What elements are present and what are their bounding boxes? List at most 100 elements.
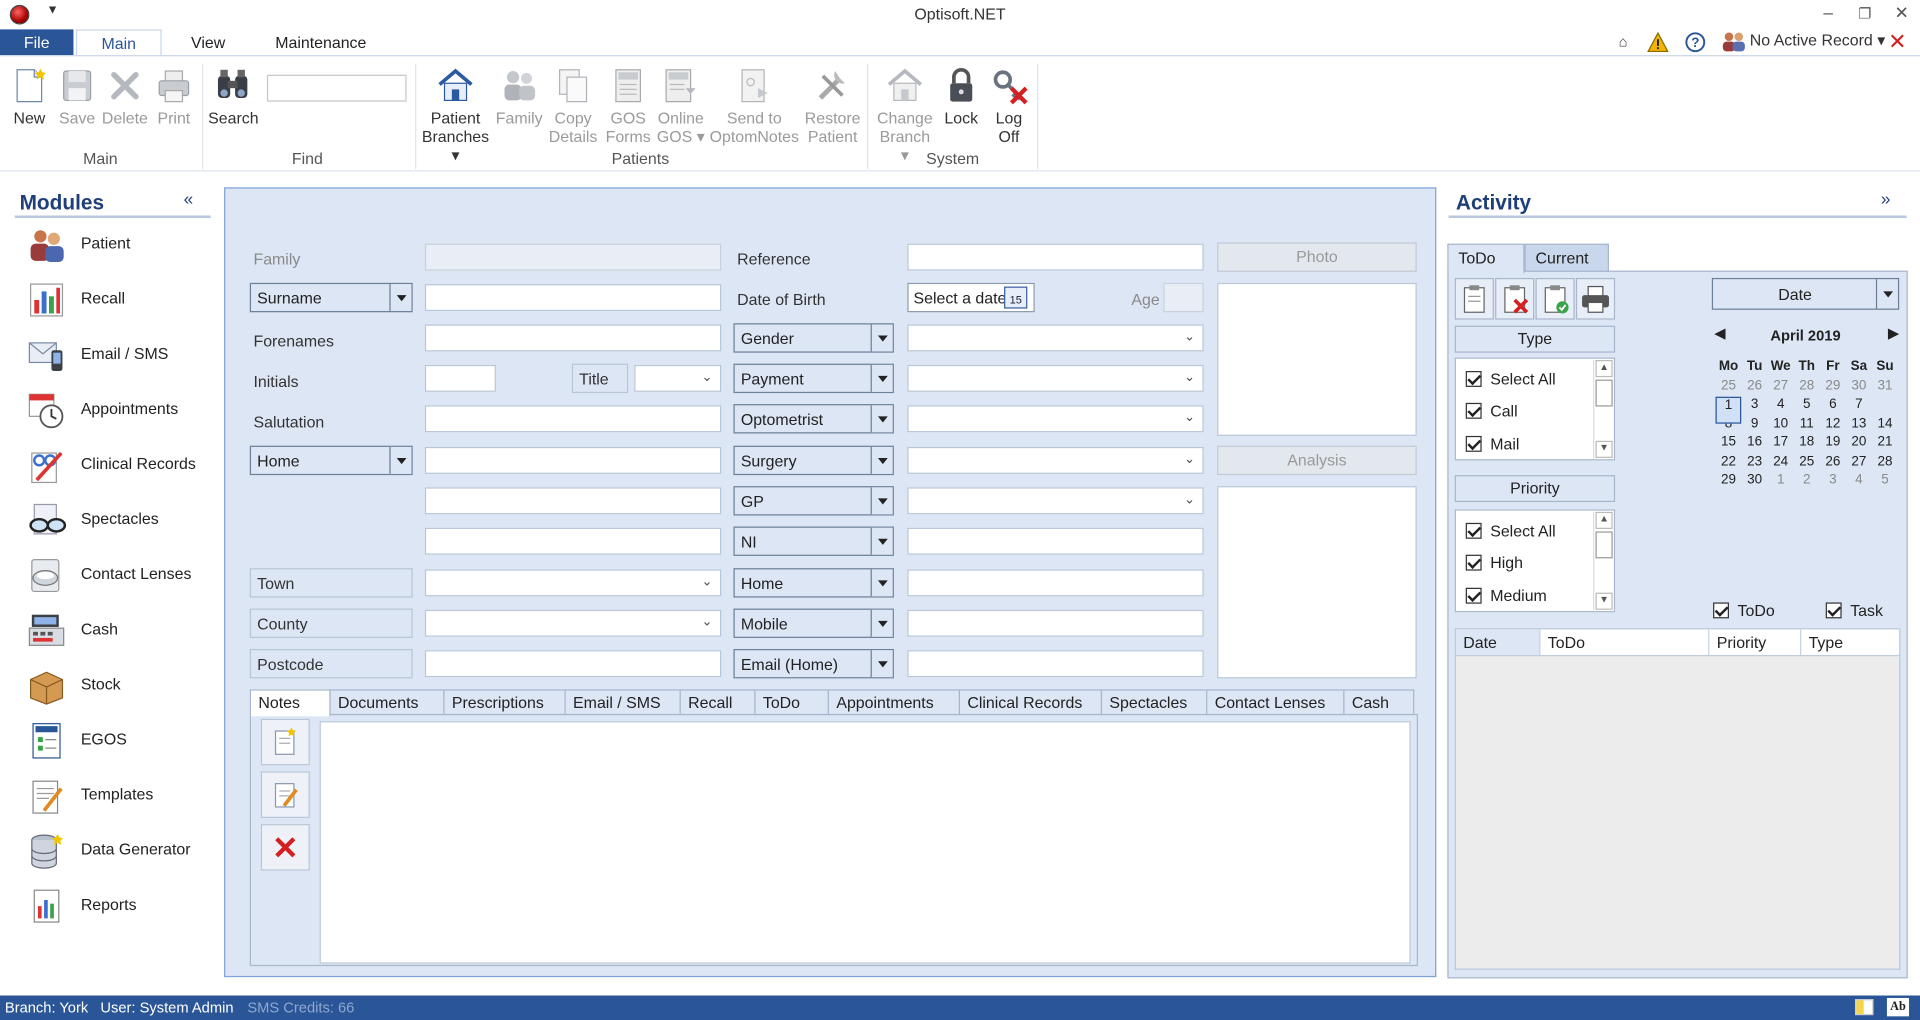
type-mail-checkbox[interactable]: Mail <box>1465 435 1519 453</box>
calendar-day[interactable]: 16 <box>1742 435 1768 454</box>
calendar-day[interactable]: 30 <box>1742 473 1768 492</box>
show-todo-checkbox[interactable]: ToDo <box>1713 601 1775 620</box>
priority-medium-checkbox[interactable]: Medium <box>1465 587 1547 605</box>
calendar-day[interactable]: 27 <box>1768 378 1794 397</box>
search-button[interactable]: Search <box>208 66 259 127</box>
calendar-day[interactable]: 24 <box>1768 454 1794 473</box>
close-icon[interactable]: ✕ <box>1888 29 1906 55</box>
calendar-day[interactable]: 7 <box>1846 397 1872 416</box>
tab-prescriptions[interactable]: Prescriptions <box>443 689 566 716</box>
checkbox-checked[interactable] <box>1825 602 1842 619</box>
ni-dropdown-label[interactable]: NI <box>733 526 894 556</box>
minimize-button[interactable]: – <box>1815 2 1842 22</box>
surgery-select[interactable]: ⌄ <box>907 446 1204 474</box>
address-type-dropdown[interactable]: Home <box>249 445 413 476</box>
save-button[interactable]: Save <box>56 66 98 127</box>
add-todo-button[interactable] <box>1454 277 1494 320</box>
module-appointments[interactable]: Appointments <box>24 391 208 435</box>
tab-clinical-records[interactable]: Clinical Records <box>958 689 1103 716</box>
calendar-day[interactable]: 1 <box>1768 473 1794 492</box>
calendar-day[interactable]: 5 <box>1794 397 1820 416</box>
restore-patient-button[interactable]: Restore Patient <box>803 66 862 146</box>
chevron-down-icon[interactable] <box>870 487 893 515</box>
calendar-day[interactable]: 28 <box>1794 378 1820 397</box>
calendar-day[interactable]: 26 <box>1742 378 1768 397</box>
type-select-all-checkbox[interactable]: Select All <box>1465 370 1556 388</box>
home-phone-input[interactable] <box>907 569 1204 597</box>
chevron-down-icon[interactable] <box>870 364 893 392</box>
module-reports[interactable]: Reports <box>24 887 208 931</box>
tab-spectacles[interactable]: Spectacles <box>1100 689 1208 716</box>
print-button[interactable]: Print <box>152 66 196 127</box>
scroll-down-icon[interactable]: ▼ <box>1595 440 1613 458</box>
address-line-1-input[interactable] <box>424 446 722 474</box>
email-dropdown-label[interactable]: Email (Home) <box>733 648 894 679</box>
activity-collapse-button[interactable]: » <box>1881 189 1891 209</box>
checkbox-checked[interactable] <box>1465 371 1482 387</box>
tab-contact-lenses[interactable]: Contact Lenses <box>1206 689 1345 716</box>
modules-collapse-button[interactable]: « <box>184 189 194 209</box>
active-record-dropdown[interactable]: No Active Record ▾ <box>1750 31 1885 51</box>
add-note-button[interactable] <box>260 718 310 766</box>
send-to-optomnotes-button[interactable]: Send to OptomNotes <box>708 66 801 146</box>
scroll-up-icon[interactable]: ▲ <box>1595 360 1613 378</box>
calendar-day[interactable]: 4 <box>1768 397 1794 416</box>
calendar-day[interactable]: 26 <box>1820 454 1846 473</box>
calendar-day[interactable]: 5 <box>1872 473 1898 492</box>
priority-high-checkbox[interactable]: High <box>1465 553 1523 572</box>
spell-check-icon[interactable]: Ab <box>1886 997 1909 1017</box>
column-todo[interactable]: ToDo <box>1540 629 1710 656</box>
notes-textarea[interactable] <box>319 721 1411 964</box>
calendar-day[interactable]: 17 <box>1768 435 1794 454</box>
calendar-day[interactable]: 19 <box>1820 435 1846 454</box>
calendar-day[interactable]: 3 <box>1742 397 1768 416</box>
ni-input[interactable] <box>907 527 1204 555</box>
calendar-day[interactable]: 29 <box>1716 473 1742 492</box>
chevron-down-icon[interactable] <box>870 527 893 555</box>
online-gos-button[interactable]: Online GOS ▾ <box>654 66 708 146</box>
calendar-day[interactable]: 20 <box>1846 435 1872 454</box>
gender-dropdown-label[interactable]: Gender <box>733 323 894 353</box>
calendar-day[interactable]: 15 <box>1716 435 1742 454</box>
initials-input[interactable] <box>424 364 496 392</box>
optometrist-dropdown-label[interactable]: Optometrist <box>733 404 894 434</box>
calendar-icon[interactable]: 15 <box>1004 286 1028 309</box>
tab-documents[interactable]: Documents <box>329 689 445 716</box>
module-egos[interactable]: EGOS <box>24 721 208 765</box>
lock-button[interactable]: Lock <box>940 66 982 127</box>
collapse-ribbon-icon[interactable]: ⌂ <box>1619 33 1628 50</box>
delete-button[interactable]: Delete <box>100 66 149 127</box>
calendar-day[interactable]: 29 <box>1820 378 1846 397</box>
calendar-day[interactable]: 30 <box>1846 378 1872 397</box>
tab-view[interactable]: View <box>171 29 244 55</box>
checkbox-checked[interactable] <box>1465 554 1482 571</box>
calendar-day[interactable]: 22 <box>1716 454 1742 473</box>
layout-icon[interactable] <box>1855 999 1874 1016</box>
email-input[interactable] <box>907 650 1204 678</box>
dob-date-picker[interactable]: Select a date 15 <box>907 282 1035 313</box>
chevron-down-icon[interactable] <box>389 284 412 312</box>
tab-activity-todo[interactable]: ToDo <box>1447 243 1525 274</box>
calendar-day[interactable]: 21 <box>1872 435 1898 454</box>
module-cash[interactable]: Cash <box>24 611 208 655</box>
forenames-input[interactable] <box>424 324 722 352</box>
analysis-button[interactable]: Analysis <box>1217 445 1417 476</box>
show-task-checkbox[interactable]: Task <box>1825 601 1883 620</box>
salutation-input[interactable] <box>424 405 722 433</box>
calendar-day[interactable]: 28 <box>1872 454 1898 473</box>
tab-maintenance[interactable]: Maintenance <box>262 29 380 55</box>
calendar-day[interactable]: 9 <box>1742 416 1768 435</box>
module-data-generator[interactable]: Data Generator <box>24 831 208 875</box>
checkbox-checked[interactable] <box>1713 602 1729 619</box>
town-select[interactable]: ⌄ <box>424 569 722 597</box>
scroll-up-icon[interactable]: ▲ <box>1595 511 1613 529</box>
calendar-day[interactable]: 18 <box>1794 435 1820 454</box>
address-line-2-input[interactable] <box>424 487 722 515</box>
copy-details-button[interactable]: Copy Details <box>546 66 600 146</box>
mobile-dropdown-label[interactable]: Mobile <box>733 608 894 638</box>
tab-appointments[interactable]: Appointments <box>827 689 961 716</box>
calendar-day[interactable]: 25 <box>1794 454 1820 473</box>
module-stock[interactable]: Stock <box>24 666 208 710</box>
tab-file[interactable]: File <box>0 29 74 56</box>
title-select[interactable]: ⌄ <box>634 364 722 392</box>
